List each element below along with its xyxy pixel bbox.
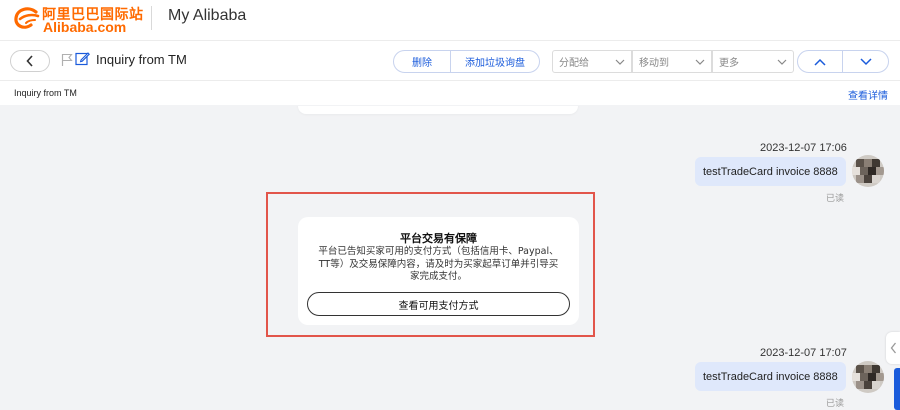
chevron-left-icon: [890, 342, 896, 354]
assign-to-label: 分配给: [559, 58, 589, 69]
flag-icon[interactable]: [61, 53, 73, 67]
thread-nav-group: [797, 50, 889, 73]
alibaba-logo[interactable]: 阿里巴巴国际站 Alibaba.com: [12, 3, 143, 35]
notice-title: 平台交易有保障: [400, 232, 477, 245]
chevron-down-icon: [615, 59, 625, 65]
message-bubble[interactable]: testTradeCard invoice 8888: [695, 362, 846, 391]
view-payment-methods-button[interactable]: 查看可用支付方式: [307, 292, 570, 316]
chevron-left-icon: [26, 55, 33, 67]
payment-protection-card: 平台交易有保障 平台已告知买家可用的支付方式（包括信用卡、Paypal、 TT等…: [298, 217, 579, 325]
chat-area[interactable]: 2023-12-07 17:06 testTradeCard invoice 8…: [0, 106, 900, 410]
read-status: 已读: [826, 399, 845, 409]
more-label: 更多: [719, 58, 739, 69]
notice-body: 平台已告知买家可用的支付方式（包括信用卡、Paypal、 TT等）及交易保障内容…: [314, 246, 563, 284]
side-panel-toggle[interactable]: [886, 332, 900, 364]
add-spam-button[interactable]: 添加垃圾询盘: [451, 51, 539, 72]
inquiry-subbar: Inquiry from TM 查看详情: [0, 80, 900, 105]
previous-message-card: [298, 106, 578, 114]
chevron-up-icon: [814, 58, 826, 66]
notice-line: TT等）及交易保障内容，请及时为买家起草订单并引导买: [318, 258, 559, 270]
delete-button[interactable]: 删除: [394, 51, 451, 72]
message-timestamp: 2023-12-07 17:07: [760, 347, 847, 359]
thread-title: Inquiry from TM: [96, 52, 187, 67]
previous-thread-button[interactable]: [798, 51, 844, 72]
more-dropdown[interactable]: 更多: [712, 50, 794, 73]
header-divider: [151, 6, 152, 30]
notice-line: 平台已告知买家可用的支付方式（包括信用卡、Paypal、: [318, 246, 559, 257]
read-status: 已读: [826, 194, 845, 204]
app-title: My Alibaba: [168, 7, 247, 24]
chevron-down-icon: [859, 57, 872, 65]
move-to-dropdown[interactable]: 移动到: [632, 50, 712, 73]
side-tab[interactable]: [894, 368, 900, 410]
top-header: 阿里巴巴国际站 Alibaba.com My Alibaba: [0, 0, 900, 40]
view-details-link[interactable]: 查看详情: [848, 87, 888, 102]
action-button-group: 删除 添加垃圾询盘: [393, 50, 540, 73]
chevron-down-icon: [777, 59, 787, 65]
back-button[interactable]: [10, 50, 50, 72]
message-bubble[interactable]: testTradeCard invoice 8888: [695, 157, 846, 186]
next-thread-button[interactable]: [843, 51, 888, 72]
notice-line: 家完成支付。: [409, 271, 467, 282]
message-timestamp: 2023-12-07 17:06: [760, 142, 847, 154]
alibaba-logo-icon: [14, 7, 40, 29]
inquiry-subject: Inquiry from TM: [14, 88, 77, 98]
thread-toolbar: Inquiry from TM 删除 添加垃圾询盘 分配给 移动到 更多: [0, 40, 900, 80]
logo-english-text: Alibaba.com: [43, 19, 127, 35]
avatar[interactable]: [852, 361, 884, 393]
chevron-down-icon: [695, 59, 705, 65]
avatar-image: [852, 361, 884, 393]
avatar-image: [852, 155, 884, 187]
avatar[interactable]: [852, 155, 884, 187]
assign-to-dropdown[interactable]: 分配给: [552, 50, 632, 73]
move-to-label: 移动到: [639, 58, 669, 69]
edit-icon[interactable]: [75, 51, 90, 66]
